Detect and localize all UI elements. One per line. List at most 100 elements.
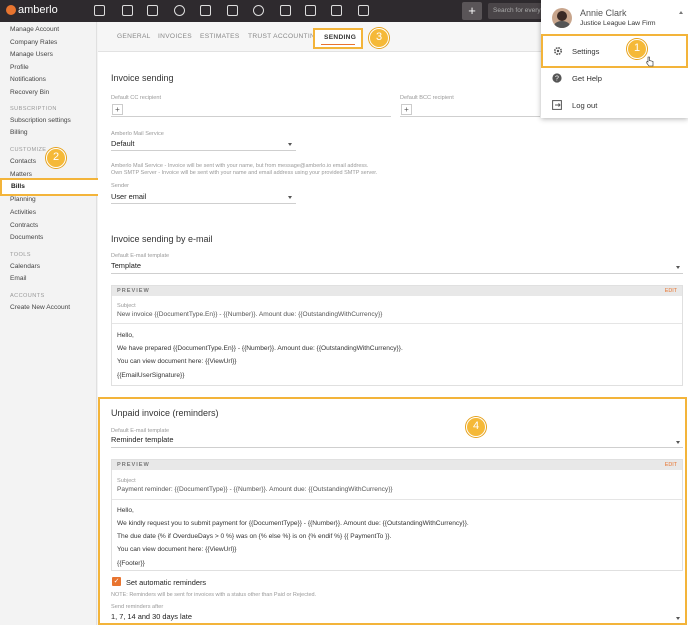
sidebar-item-contacts[interactable]: Contacts [10, 158, 36, 165]
email-preview: PREVIEW EDIT Subject New invoice {{Docum… [111, 285, 683, 386]
hand-cursor-icon [646, 56, 654, 67]
reports-icon[interactable] [358, 5, 369, 16]
sidebar-item-recovery-bin[interactable]: Recovery Bin [10, 89, 49, 96]
auto-reminders-checkbox[interactable]: ✓ [112, 577, 121, 586]
invoice-sending-heading: Invoice sending [111, 73, 174, 83]
subject-value: Payment reminder: {{DocumentType}} - {{N… [117, 486, 393, 493]
preview-title: PREVIEW [117, 288, 150, 294]
matters-icon[interactable] [147, 5, 158, 16]
sidebar-item-billing[interactable]: Billing [10, 129, 28, 136]
menu-item-label: Log out [572, 101, 598, 110]
mail-service-select[interactable]: Default [111, 139, 134, 148]
folder-icon[interactable] [280, 5, 291, 16]
preview-title: PREVIEW [117, 462, 150, 468]
tab-trust-accounting[interactable]: TRUST ACCOUNTING [248, 33, 320, 40]
sidebar-item-notifications[interactable]: Notifications [10, 76, 46, 83]
sender-select[interactable]: User email [111, 192, 146, 201]
gear-icon [553, 46, 563, 56]
email-template-label: Default E-mail template [111, 253, 170, 259]
sidebar-item-documents[interactable]: Documents [10, 234, 43, 241]
preview-body-line: {{EmailUserSignature}} [117, 372, 185, 379]
chevron-up-icon[interactable] [679, 11, 683, 14]
chevron-down-icon[interactable] [288, 143, 292, 146]
sender-underline [111, 203, 296, 204]
mail-service-note-2: Own SMTP Server - Invoice will be sent w… [111, 170, 378, 176]
sidebar-item-contracts[interactable]: Contracts [10, 222, 38, 229]
preview-body-line: {{Footer}} [117, 560, 145, 567]
sidebar-item-calendars[interactable]: Calendars [10, 263, 40, 270]
cc-underline [111, 116, 391, 117]
logout-icon [552, 100, 562, 110]
add-cc-button[interactable]: + [112, 104, 123, 115]
tab-estimates[interactable]: ESTIMATES [200, 33, 240, 40]
amberlo-logo[interactable]: amberlo [6, 4, 58, 16]
tab-sending-label: SENDING [324, 34, 357, 41]
bills-icon[interactable] [174, 5, 185, 16]
search-input[interactable]: Search for every [488, 3, 548, 19]
calendar-icon[interactable] [227, 5, 238, 16]
sidebar-item-email[interactable]: Email [10, 275, 27, 282]
help-icon: ? [552, 73, 562, 83]
subject-label: Subject [117, 478, 136, 484]
mail-service-underline [111, 150, 296, 151]
bank-icon[interactable] [200, 5, 211, 16]
mail-icon[interactable] [331, 5, 342, 16]
edit-template-link[interactable]: EDIT [665, 462, 677, 468]
dashboard-icon[interactable] [94, 5, 105, 16]
mail-service-note-1: Amberlo Mail Service - Invoice will be s… [111, 163, 369, 169]
sidebar-item-create-new-account[interactable]: Create New Account [10, 304, 70, 311]
add-new-button[interactable]: + [462, 2, 482, 20]
chevron-down-icon[interactable] [288, 196, 292, 199]
documents-icon[interactable] [305, 5, 316, 16]
preview-header: PREVIEW EDIT [112, 460, 682, 470]
time-icon[interactable] [253, 5, 264, 16]
auto-reminders-label: Set automatic reminders [126, 578, 207, 587]
sidebar-item-manage-users[interactable]: Manage Users [10, 51, 53, 58]
preview-body-line: We have prepared {{DocumentType.En}} - {… [117, 345, 403, 352]
user-name: Annie Clark [580, 8, 627, 18]
sidebar-item-subscription-settings[interactable]: Subscription settings [10, 117, 71, 124]
contacts-icon[interactable] [122, 5, 133, 16]
reminder-template-underline [111, 447, 683, 448]
chevron-down-icon[interactable] [676, 266, 680, 269]
email-sending-heading: Invoice sending by e-mail [111, 234, 213, 244]
chevron-down-icon[interactable] [676, 617, 680, 620]
add-bcc-button[interactable]: + [401, 104, 412, 115]
tab-invoices[interactable]: INVOICES [158, 33, 192, 40]
subject-value: New invoice {{DocumentType.En}} - {{Numb… [117, 311, 383, 318]
chevron-down-icon[interactable] [676, 441, 680, 444]
sidebar-item-profile[interactable]: Profile [10, 64, 29, 71]
sidebar-section-accounts: ACCOUNTS [10, 293, 45, 299]
menu-item-settings[interactable]: Settings [541, 34, 688, 68]
send-after-label: Send reminders after [111, 604, 164, 610]
step-badge-3: 3 [369, 28, 389, 48]
sidebar-item-company-rates[interactable]: Company Rates [10, 39, 57, 46]
reminder-template-select[interactable]: Reminder template [111, 435, 173, 444]
send-after-select[interactable]: 1, 7, 14 and 30 days late [111, 612, 192, 621]
sidebar-section-subscription: SUBSCRIPTION [10, 106, 57, 112]
edit-template-link[interactable]: EDIT [665, 288, 677, 294]
sidebar-item-matters[interactable]: Matters [10, 171, 32, 178]
sidebar-item-label: Bills [11, 183, 25, 190]
sidebar-item-activities[interactable]: Activities [10, 209, 36, 216]
preview-divider [112, 323, 682, 324]
step-badge-1: 1 [627, 39, 647, 59]
auto-reminders-note: NOTE: Reminders will be sent for invoice… [111, 592, 317, 598]
sidebar-item-bills[interactable]: Bills [0, 178, 101, 196]
logo-text: amberlo [18, 4, 58, 16]
svg-text:?: ? [555, 76, 559, 83]
bcc-recipient-label: Default BCC recipient [400, 95, 454, 101]
amberlo-logo-icon [6, 5, 16, 15]
email-template-select[interactable]: Template [111, 261, 141, 270]
step-badge-4: 4 [466, 417, 486, 437]
preview-header: PREVIEW EDIT [112, 286, 682, 296]
subject-label: Subject [117, 303, 136, 309]
sidebar-item-planning[interactable]: Planning [10, 196, 36, 203]
sidebar-item-manage-account[interactable]: Manage Account [10, 26, 59, 33]
tab-general[interactable]: GENERAL [117, 33, 151, 40]
preview-body-line: We kindly request you to submit payment … [117, 520, 469, 527]
mail-service-label: Amberlo Mail Service [111, 131, 164, 137]
user-menu-header: Annie Clark Justice League Law Firm [541, 0, 688, 34]
settings-sidebar: Manage Account Company Rates Manage User… [0, 22, 101, 625]
tab-sending[interactable]: SENDING [313, 28, 363, 49]
